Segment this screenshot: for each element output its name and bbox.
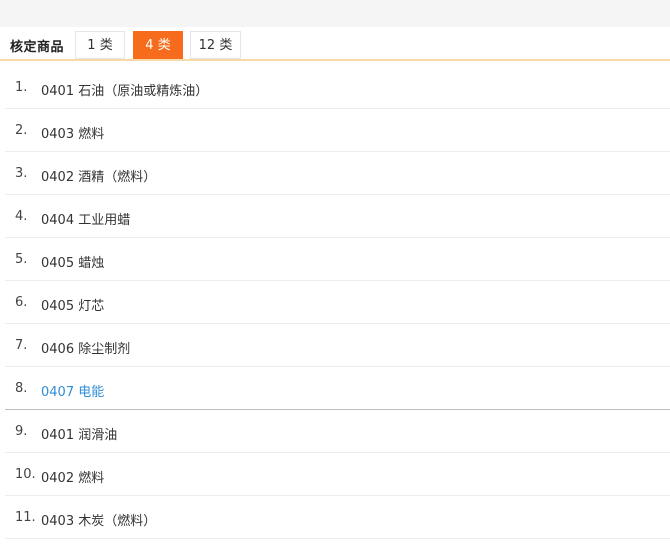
list-item: 8. 0407 电能 — [5, 367, 670, 410]
item-number: 3. — [15, 166, 28, 181]
item-number: 6. — [15, 295, 28, 310]
item-text: 0401 石油（原油或精炼油） — [41, 84, 209, 99]
category-tab-bar: 核定商品 1 类 4 类 12 类 — [0, 27, 670, 61]
list-item: 7. 0406 除尘制剂 — [5, 324, 670, 367]
list-item: 4. 0404 工业用蜡 — [5, 195, 670, 238]
item-number: 9. — [15, 424, 28, 439]
list-item: 9. 0401 润滑油 — [5, 410, 670, 453]
item-number: 2. — [15, 123, 28, 138]
item-link[interactable]: 0407 电能 — [41, 381, 104, 400]
list-item: 5. 0405 蜡烛 — [5, 238, 670, 281]
goods-list: 1. 0401 石油（原油或精炼油） 2. 0403 燃料 3. 0402 酒精… — [5, 66, 670, 539]
list-item: 11. 0403 木炭（燃料） — [5, 496, 670, 539]
list-item: 10. 0402 燃料 — [5, 453, 670, 496]
item-number: 7. — [15, 338, 28, 353]
top-strip — [0, 0, 670, 27]
tab-class-4[interactable]: 4 类 — [133, 31, 183, 59]
item-number: 10. — [15, 467, 36, 482]
item-text: 0402 燃料 — [41, 471, 105, 486]
section-title: 核定商品 — [10, 40, 65, 55]
item-text: 0401 润滑油 — [41, 428, 118, 443]
item-text: 0405 灯芯 — [41, 299, 105, 314]
tab-class-12[interactable]: 12 类 — [190, 31, 241, 59]
item-text: 0405 蜡烛 — [41, 256, 105, 271]
item-number: 5. — [15, 252, 28, 267]
tab-class-1[interactable]: 1 类 — [75, 31, 125, 59]
list-item: 3. 0402 酒精（燃料） — [5, 152, 670, 195]
list-item: 1. 0401 石油（原油或精炼油） — [5, 66, 670, 109]
list-item: 6. 0405 灯芯 — [5, 281, 670, 324]
item-number: 11. — [15, 510, 36, 525]
item-text: 0404 工业用蜡 — [41, 213, 131, 228]
list-item: 2. 0403 燃料 — [5, 109, 670, 152]
item-number: 8. — [15, 381, 28, 396]
item-text: 0403 木炭（燃料） — [41, 514, 157, 529]
item-number: 1. — [15, 80, 28, 95]
item-text: 0403 燃料 — [41, 127, 105, 142]
item-text: 0406 除尘制剂 — [41, 342, 131, 357]
item-number: 4. — [15, 209, 28, 224]
item-text: 0402 酒精（燃料） — [41, 170, 157, 185]
